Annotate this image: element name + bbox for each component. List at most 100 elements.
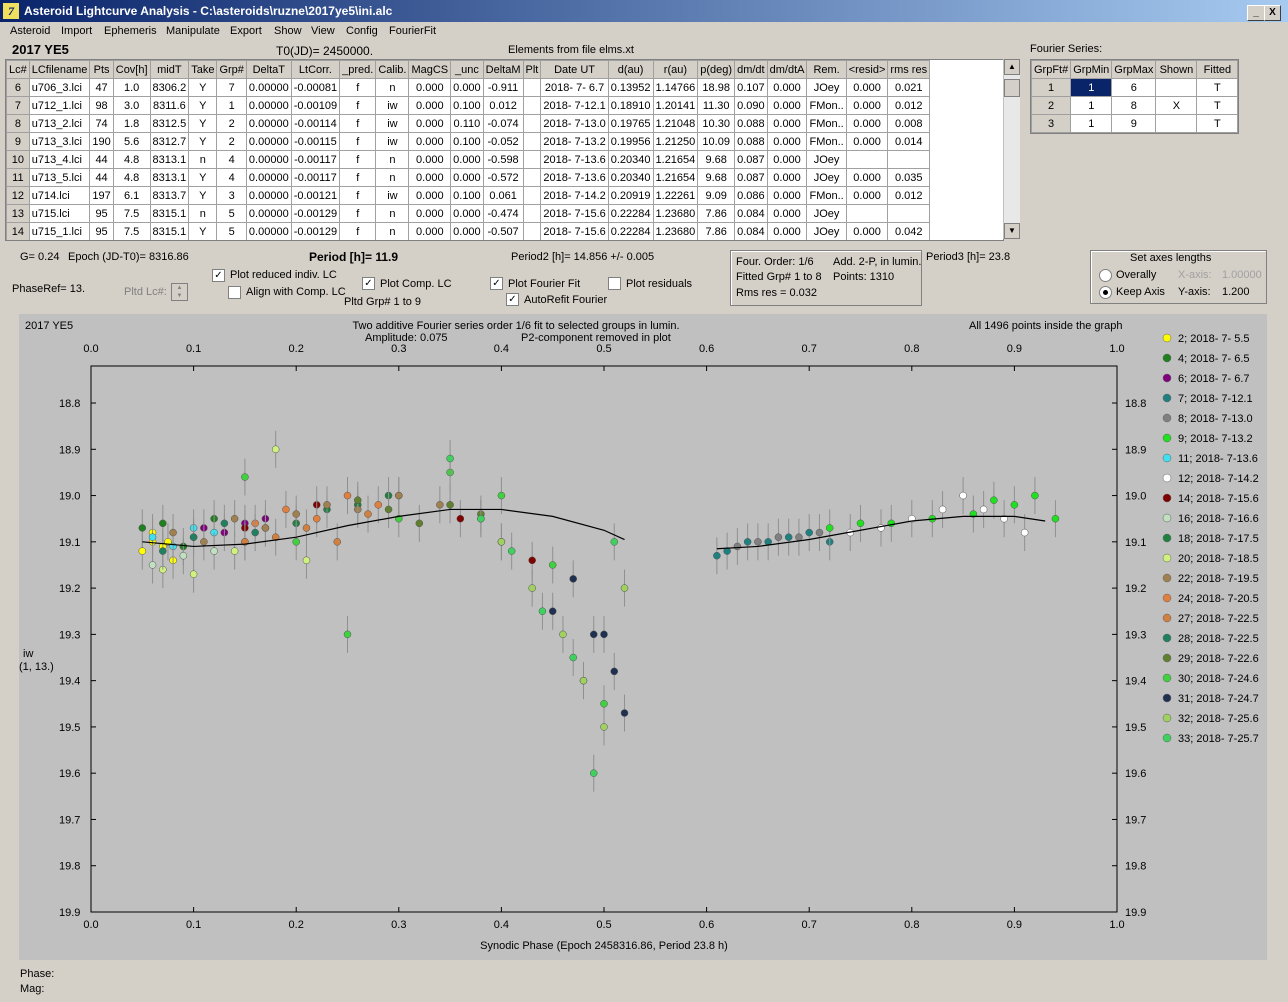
table-cell[interactable]: 2 [216,132,247,151]
table-cell[interactable]: 0.086 [734,186,768,205]
table-cell[interactable]: FMon.. [806,186,847,205]
lc-column-header[interactable]: Cov[h] [112,60,151,79]
fourier-row-header[interactable]: 1 [1030,78,1072,97]
menu-export[interactable]: Export [230,25,262,37]
table-cell[interactable]: f [339,132,377,151]
table-cell[interactable]: 0.084 [734,222,768,240]
data-point[interactable] [189,570,198,578]
menu-show[interactable]: Show [274,25,302,37]
data-point[interactable] [230,514,239,523]
table-cell[interactable]: 0.000 [845,78,889,97]
table-cell[interactable]: JOey [806,204,847,223]
data-point[interactable] [220,519,229,528]
table-cell[interactable]: u712_1.lci [28,96,91,115]
table-cell[interactable]: iw [375,132,410,151]
table-cell[interactable]: JOey [806,150,847,169]
data-point[interactable] [548,561,557,569]
table-cell[interactable]: f [339,204,377,223]
data-point[interactable] [374,501,383,509]
table-row[interactable]: 11 u713_5.lci 44 4.8 8313.1 Y 4 0.00000 -0.00117… [6,168,931,187]
table-cell[interactable]: 5 [216,222,247,240]
data-point[interactable] [497,491,506,500]
table-cell[interactable]: 0.19765 [607,114,654,133]
table-row[interactable]: 14 u715_1.lci 95 7.5 8315.1 Y 5 0.00000 -0.00129… [6,222,931,240]
table-cell[interactable]: JOey [806,222,847,240]
table-row[interactable]: 6 u706_3.lci 47 1.0 8306.2 Y 7 0.00000 -0.00081 f… [6,78,931,97]
table-cell[interactable]: 0.22284 [607,222,654,240]
lc-column-header[interactable]: d(au) [607,60,654,79]
table-cell[interactable]: 0.000 [845,186,889,205]
data-point[interactable] [528,584,536,592]
table-cell[interactable]: 8306.2 [149,78,190,97]
menu-manipulate[interactable]: Manipulate [166,25,220,37]
table-cell[interactable]: 18.98 [697,78,736,97]
xaxis-value[interactable]: 1.00000 [1222,269,1262,281]
table-cell[interactable]: 0.00000 [245,204,292,223]
plot-residuals-checkbox[interactable] [608,277,621,290]
table-cell[interactable] [522,114,542,133]
table-cell[interactable]: 0.000 [845,132,889,151]
lc-column-header[interactable]: Lc# [6,60,30,79]
lc-column-header[interactable]: MagCS [408,60,452,79]
data-point[interactable] [805,528,813,537]
row-header[interactable]: 13 [6,204,30,223]
data-point[interactable] [856,519,865,528]
fourier-column-header[interactable]: GrpFt# [1030,60,1072,79]
table-cell[interactable]: 0.00000 [245,186,292,205]
plot-reduced-checkbox[interactable]: ✓ [212,269,225,282]
table-cell[interactable]: 2018- 7-13.2 [540,132,609,151]
table-cell[interactable]: 0.000 [408,132,452,151]
table-cell[interactable]: 0.000 [766,150,808,169]
table-cell[interactable]: 2 [216,114,247,133]
table-cell[interactable]: 7 [216,78,247,97]
fourier-cell[interactable] [1155,78,1198,97]
table-cell[interactable]: 2018- 7-15.6 [540,222,609,240]
table-cell[interactable]: 0.000 [450,78,484,97]
table-row[interactable]: 13 u715.lci 95 7.5 8315.1 n 5 0.00000 -0.00129 f n… [6,204,931,223]
plot-comp-checkbox[interactable]: ✓ [362,277,375,290]
table-cell[interactable]: 7.5 [112,222,151,240]
table-cell[interactable]: 1.14766 [652,78,699,97]
table-cell[interactable]: f [339,186,377,205]
data-point[interactable] [282,505,290,514]
lc-column-header[interactable]: dm/dt [734,60,768,79]
lc-column-header[interactable]: Pts [89,60,114,79]
data-point[interactable] [323,501,331,509]
table-cell[interactable]: 0.000 [408,222,452,240]
table-cell[interactable]: 0.00000 [245,222,292,240]
table-cell[interactable]: -0.00117 [290,168,341,187]
data-point[interactable] [200,538,208,546]
table-cell[interactable]: 0.042 [887,222,931,240]
table-cell[interactable]: 4 [216,150,247,169]
data-point[interactable] [559,630,567,639]
data-point[interactable] [610,538,619,546]
table-cell[interactable]: 8311.6 [149,96,190,115]
yaxis-value[interactable]: 1.200 [1222,286,1250,298]
table-cell[interactable]: -0.911 [482,78,524,97]
keep-axis-radio[interactable] [1099,286,1112,299]
lc-column-header[interactable]: LtCorr. [290,60,341,79]
table-cell[interactable] [522,96,542,115]
table-cell[interactable] [522,204,542,223]
data-point[interactable] [497,538,506,546]
fourier-row[interactable]: 116T [1030,78,1239,97]
table-cell[interactable]: 4 [216,168,247,187]
table-cell[interactable]: 0.110 [450,114,484,133]
table-cell[interactable]: -0.074 [482,114,524,133]
data-point[interactable] [148,561,157,569]
table-cell[interactable]: n [188,204,218,223]
menu-ephemeris[interactable]: Ephemeris [104,25,157,37]
table-cell[interactable]: 1.23680 [652,222,699,240]
table-cell[interactable]: f [339,168,377,187]
table-cell[interactable]: 1.21048 [652,114,699,133]
table-cell[interactable]: 0.00000 [245,96,292,115]
table-cell[interactable]: 9.68 [697,168,736,187]
table-cell[interactable]: 0.084 [734,204,768,223]
table-cell[interactable]: 0.008 [887,114,931,133]
table-cell[interactable]: -0.00081 [290,78,341,97]
scroll-down-arrow-icon[interactable]: ▼ [1004,223,1020,239]
data-point[interactable] [610,667,619,676]
data-point[interactable] [302,524,311,532]
table-cell[interactable]: 0.088 [734,114,768,133]
fourier-row-header[interactable]: 3 [1030,114,1072,133]
